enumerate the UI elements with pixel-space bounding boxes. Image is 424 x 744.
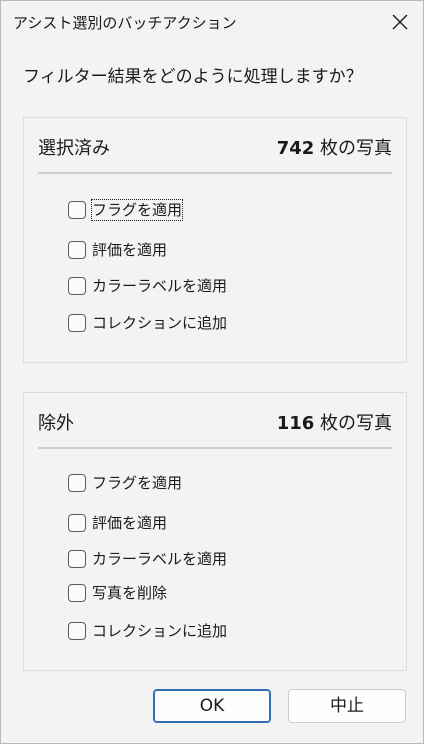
excluded-apply-flag-checkbox[interactable] (68, 474, 86, 492)
excluded-delete-photos-label: 写真を削除 (92, 584, 168, 602)
excluded-apply-flag-label: フラグを適用 (92, 474, 183, 492)
close-button[interactable] (377, 1, 423, 45)
excluded-photo-count: 116 枚の写真 (277, 411, 392, 437)
selected-apply-color-label-checkbox[interactable] (68, 277, 86, 295)
excluded-group-label: 除外 (38, 413, 74, 434)
excluded-apply-color-label-checkbox[interactable] (68, 550, 86, 568)
selected-add-to-collection-label: コレクションに追加 (92, 314, 228, 332)
window-title: アシスト選別のバッチアクション (13, 14, 237, 32)
selected-apply-rating-label: 評価を適用 (92, 241, 168, 259)
title-bar: アシスト選別のバッチアクション (1, 1, 423, 45)
selected-apply-flag-label: フラグを適用 (90, 199, 184, 221)
excluded-group: 除外 116 枚の写真 フラグを適用 評価を適用 カラーラベルを適用 写真を削除… (23, 392, 407, 671)
selected-count-number: 742 (276, 138, 315, 159)
selected-group-header: 選択済み 742 枚の写真 (38, 134, 392, 174)
ok-button[interactable]: OK (153, 689, 271, 723)
dialog-question: フィルター結果をどのように処理しますか？ (23, 67, 363, 87)
excluded-apply-color-label-label: カラーラベルを適用 (92, 550, 228, 568)
selected-group-label: 選択済み (38, 138, 110, 159)
selected-group: 選択済み 742 枚の写真 フラグを適用 評価を適用 カラーラベルを適用 コレク… (23, 117, 407, 363)
excluded-count-suffix: 枚の写真 (314, 413, 392, 434)
selected-photo-count: 742 枚の写真 (277, 136, 392, 162)
close-icon (392, 14, 408, 30)
excluded-add-to-collection-checkbox[interactable] (68, 622, 86, 640)
selected-add-to-collection-checkbox[interactable] (68, 314, 86, 332)
excluded-apply-rating-checkbox[interactable] (68, 514, 86, 532)
excluded-group-header: 除外 116 枚の写真 (38, 409, 392, 449)
excluded-add-to-collection-label: コレクションに追加 (92, 622, 228, 640)
selected-apply-rating-checkbox[interactable] (68, 241, 86, 259)
excluded-apply-rating-label: 評価を適用 (92, 514, 168, 532)
batch-action-dialog: アシスト選別のバッチアクション フィルター結果をどのように処理しますか？ 選択済… (0, 0, 424, 744)
selected-count-suffix: 枚の写真 (314, 138, 392, 159)
excluded-delete-photos-checkbox[interactable] (68, 584, 86, 602)
selected-apply-color-label-label: カラーラベルを適用 (92, 277, 228, 295)
excluded-count-number: 116 (276, 413, 315, 434)
selected-apply-flag-checkbox[interactable] (68, 201, 86, 219)
cancel-button[interactable]: 中止 (288, 689, 406, 723)
